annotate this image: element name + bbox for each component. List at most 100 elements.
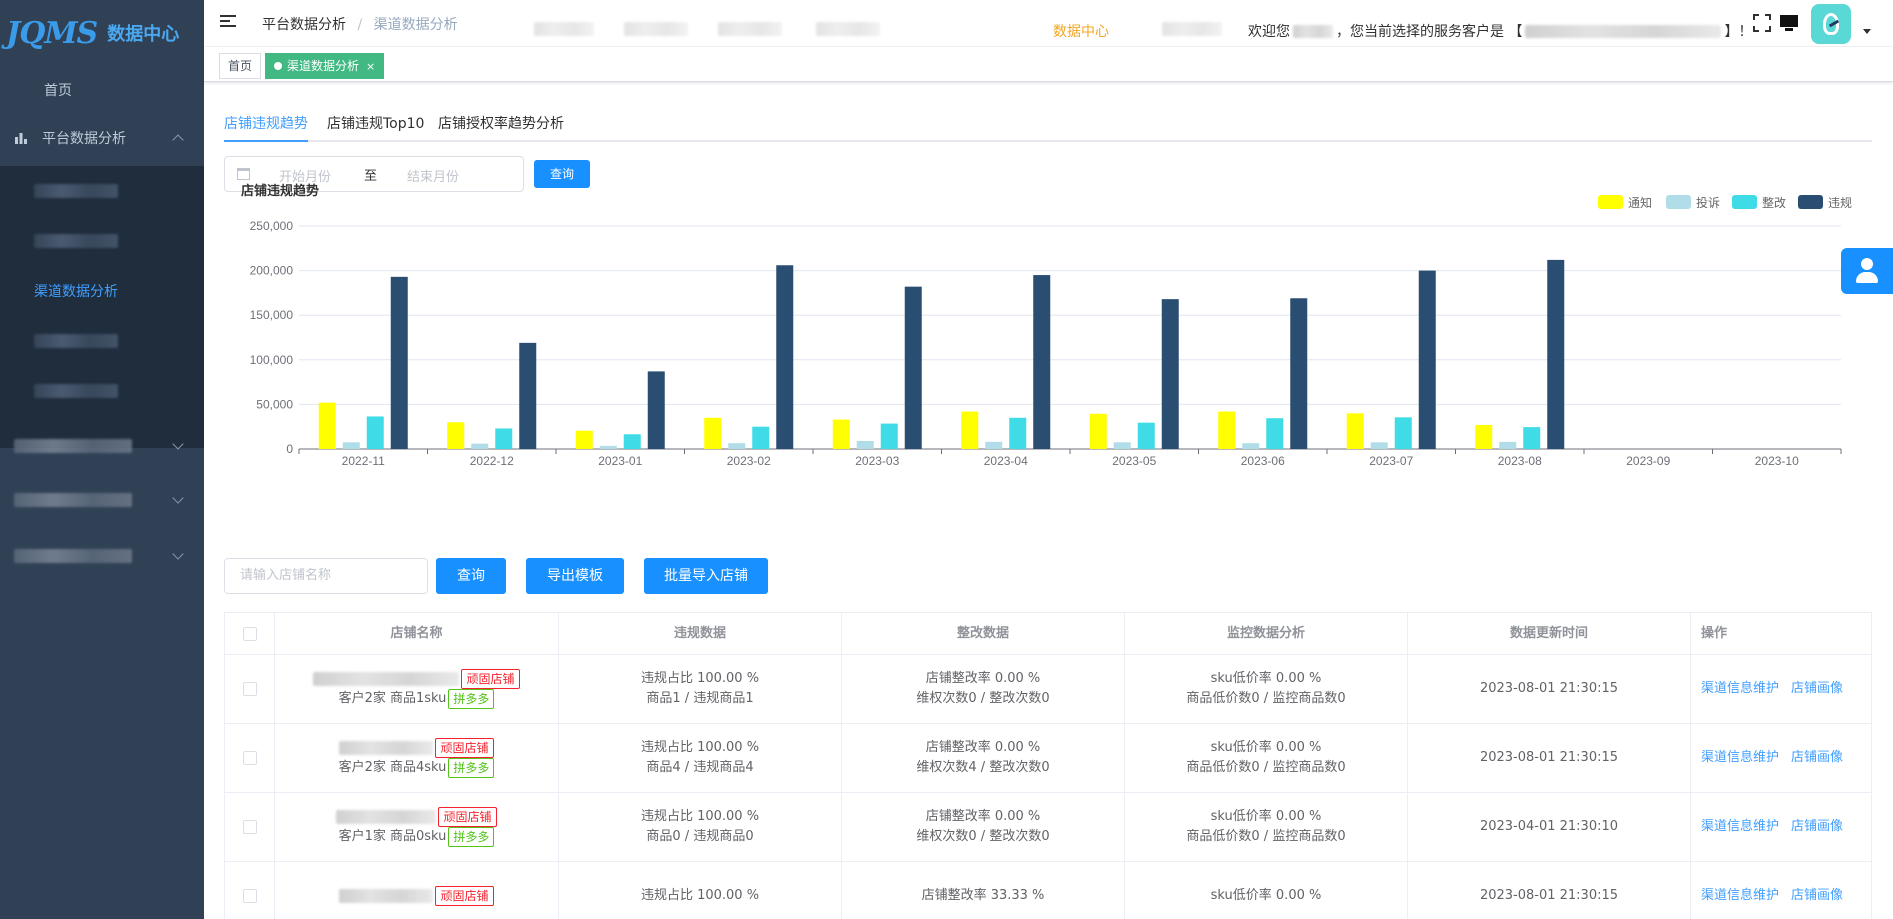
monitor-cell: sku低价率 0.00 % 商品低价数0 / 监控商品数0 [1125, 724, 1408, 792]
rectify-cell: 店铺整改率 33.33 % [842, 862, 1125, 919]
bar-违规 [1547, 259, 1565, 449]
bar-整改 [1523, 427, 1541, 449]
redacted-nav-link[interactable] [718, 22, 782, 36]
caret-down-icon[interactable] [1863, 29, 1871, 34]
row-select-cell [225, 862, 275, 919]
platform-badge: 拼多多 [448, 827, 495, 847]
sidebar-subitem-redacted-4[interactable] [0, 366, 204, 416]
rectify-detail: 维权次数0 / 整改次数0 [916, 829, 1050, 844]
main-content: 店铺违规趋势 店铺违规Top10 店铺授权率趋势分析 开始月份 至 结束月份 查… [204, 82, 1893, 919]
legend-label: 通知 [1628, 196, 1652, 210]
updated-time-cell: 2023-08-01 21:30:15 [1408, 724, 1691, 792]
welcome-suffix: 】！ [1724, 24, 1753, 40]
sidebar-subitem-label: 渠道数据分析 [34, 284, 118, 300]
monitor-icon[interactable] [1780, 14, 1798, 32]
table-row: 顽固店铺 客户1家 商品0sku 拼多多 违规占比 100.00 % 商品0 / 违规商… [225, 793, 1871, 862]
bar-违规 [904, 286, 922, 449]
bar-整改 [1137, 422, 1155, 449]
bar-通知 [1218, 411, 1236, 449]
channel-info-maintain-link[interactable]: 渠道信息维护 [1701, 748, 1779, 768]
channel-info-maintain-link[interactable]: 渠道信息维护 [1701, 817, 1779, 837]
sidebar-group-redacted-2[interactable] [0, 472, 204, 528]
select-all-cell [225, 613, 275, 654]
legend-label: 投诉 [1696, 195, 1720, 210]
active-dot-icon [274, 62, 282, 70]
user-service-float-button[interactable] [1841, 248, 1893, 294]
sidebar-group-platform-analysis[interactable]: 平台数据分析 [0, 110, 204, 166]
batch-import-stores-button[interactable]: 批量导入店铺 [644, 558, 768, 594]
chart-svg: 店铺违规趋势 0 50,000 100,000 150,000 200,000 250,00… [241, 183, 1852, 468]
tab-store-violation-top10[interactable]: 店铺违规Top10 [327, 110, 424, 140]
redacted-nav-link[interactable] [534, 22, 594, 36]
channel-info-maintain-link[interactable]: 渠道信息维护 [1701, 679, 1779, 699]
bar-违规 [776, 265, 794, 449]
tag-channel-analysis[interactable]: 渠道数据分析 × [265, 53, 385, 79]
x-tick-label: 2023-10 [1755, 454, 1799, 468]
monitor-detail: 商品低价数0 / 监控商品数0 [1186, 691, 1346, 706]
redacted-store-name [336, 810, 437, 824]
redacted-nav-link[interactable] [1162, 22, 1222, 36]
row-checkbox[interactable] [242, 820, 257, 834]
redacted-store-name [339, 741, 434, 755]
channel-info-maintain-link[interactable]: 渠道信息维护 [1701, 886, 1779, 906]
row-checkbox[interactable] [242, 751, 257, 765]
store-name-input[interactable]: 请输入店铺名称 [224, 558, 428, 594]
monitor-cell: sku低价率 0.00 % 商品低价数0 / 监控商品数0 [1125, 655, 1408, 723]
monitor-detail: 商品低价数0 / 监控商品数0 [1186, 829, 1346, 844]
operations-cell: 渠道信息维护 店铺画像 [1691, 655, 1871, 723]
avatar[interactable] [1811, 4, 1851, 44]
violation-ratio: 违规占比 100.00 % [640, 740, 760, 755]
search-button[interactable]: 查询 [436, 558, 506, 594]
store-profile-link[interactable]: 店铺画像 [1791, 886, 1843, 906]
row-checkbox[interactable] [242, 682, 257, 696]
breadcrumb: 平台数据分析 / 渠道数据分析 [262, 14, 458, 34]
violation-cell: 违规占比 100.00 % 商品0 / 违规商品0 [559, 793, 842, 861]
sidebar-submenu: 渠道数据分析 [0, 166, 204, 448]
select-all-checkbox[interactable] [242, 626, 257, 641]
bar-通知 [1089, 413, 1107, 449]
column-header: 监控数据分析 [1125, 613, 1408, 654]
y-tick-label: 100,000 [250, 353, 294, 367]
sidebar-group-redacted-1[interactable] [0, 418, 204, 474]
sidebar-subitem-redacted-3[interactable] [0, 316, 204, 366]
store-profile-link[interactable]: 店铺画像 [1791, 817, 1843, 837]
redacted-nav-link[interactable] [624, 22, 688, 36]
updated-time-cell: 2023-08-01 21:30:15 [1408, 862, 1691, 919]
bar-通知 [832, 419, 850, 449]
app-logo[interactable]: JQMS 数据中心 [6, 12, 196, 54]
updated-time-cell: 2023-04-01 21:30:10 [1408, 793, 1691, 861]
tab-store-authorization-trend[interactable]: 店铺授权率趋势分析 [438, 110, 564, 140]
sidebar-subitem-redacted-1[interactable] [0, 166, 204, 216]
bar-投诉 [471, 443, 489, 449]
breadcrumb-item[interactable]: 平台数据分析 [262, 17, 346, 33]
bar-整改 [1266, 418, 1284, 449]
hamburger-icon[interactable] [220, 15, 236, 29]
sidebar-group-redacted-3[interactable] [0, 528, 204, 584]
export-template-button[interactable]: 导出模板 [526, 558, 624, 594]
rectify-cell: 店铺整改率 0.00 % 维权次数0 / 整改次数0 [842, 655, 1125, 723]
rectify-cell: 店铺整改率 0.00 % 维权次数4 / 整改次数0 [842, 724, 1125, 792]
redacted-text [34, 234, 118, 248]
violation-ratio: 违规占比 100.00 % [640, 671, 760, 686]
monitor-cell: sku低价率 0.00 % [1125, 862, 1408, 919]
monitor-detail: 商品低价数0 / 监控商品数0 [1186, 760, 1346, 775]
violation-ratio: 违规占比 100.00 % [640, 809, 760, 824]
row-checkbox[interactable] [242, 889, 257, 903]
rectify-detail: 维权次数4 / 整改次数0 [916, 760, 1050, 775]
redacted-text [14, 493, 132, 507]
rectify-cell: 店铺整改率 0.00 % 维权次数0 / 整改次数0 [842, 793, 1125, 861]
close-icon[interactable]: × [366, 60, 375, 73]
redacted-text [34, 384, 118, 398]
sidebar-subitem-redacted-2[interactable] [0, 216, 204, 266]
tag-home[interactable]: 首页 [219, 53, 262, 79]
sidebar-subitem-channel-analysis[interactable]: 渠道数据分析 [0, 266, 204, 316]
table-row: 顽固店铺 客户2家 商品4sku 拼多多 违规占比 100.00 % 商品4 / 违规商… [225, 724, 1871, 793]
tab-store-violation-trend[interactable]: 店铺违规趋势 [224, 110, 308, 142]
rectify-rate: 店铺整改率 0.00 % [925, 671, 1041, 686]
nav-link-data-center[interactable]: 数据中心 [1053, 21, 1109, 41]
fullscreen-icon[interactable] [1753, 14, 1771, 32]
bar-投诉 [985, 441, 1003, 449]
redacted-nav-link[interactable] [816, 22, 880, 36]
store-profile-link[interactable]: 店铺画像 [1791, 748, 1843, 768]
store-profile-link[interactable]: 店铺画像 [1791, 679, 1843, 699]
